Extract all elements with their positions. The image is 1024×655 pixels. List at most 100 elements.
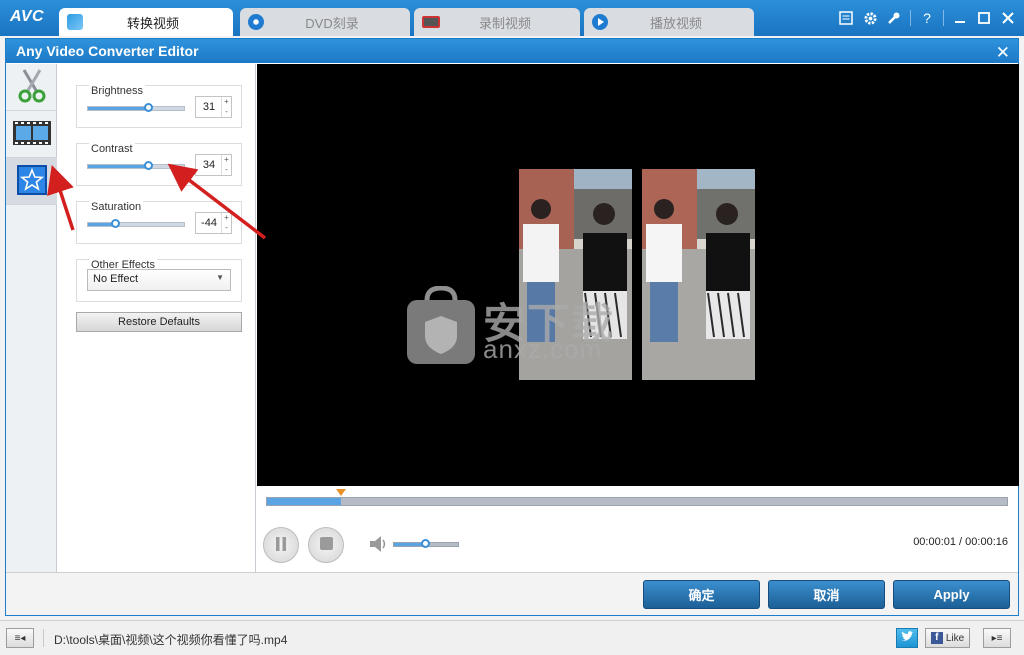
dialog-title-bar: Any Video Converter Editor ✕	[6, 39, 1018, 63]
contrast-group: Contrast 34 + -	[76, 143, 242, 186]
contrast-slider-knob[interactable]	[144, 161, 154, 170]
seek-bar[interactable]	[266, 489, 1008, 506]
seek-bar-fill	[267, 498, 341, 505]
menu-icon[interactable]	[836, 8, 856, 28]
processed-frame	[642, 169, 755, 380]
contrast-stepper[interactable]: 34 + -	[195, 154, 232, 176]
tab-play-video[interactable]: 播放视频	[584, 8, 754, 36]
status-bar: ≡◂ D:\tools\桌面\视频\这个视频你看懂了吗.mp4 f Like ▸…	[0, 620, 1024, 655]
stepper-down-icon[interactable]: -	[222, 107, 231, 117]
dialog-close-icon[interactable]: ✕	[996, 41, 1010, 65]
contrast-slider[interactable]	[87, 161, 185, 170]
volume-slider-knob[interactable]	[420, 539, 430, 548]
brightness-value[interactable]: 31	[196, 97, 222, 117]
watermark-text-en: anxz.com	[483, 334, 603, 364]
contrast-value[interactable]: 34	[196, 155, 222, 175]
stop-icon	[319, 537, 333, 553]
video-preview: 安下载 anxz.com	[257, 64, 1019, 486]
restore-defaults-button[interactable]: Restore Defaults	[76, 312, 242, 332]
tab-clip[interactable]	[6, 111, 57, 158]
facebook-like-button[interactable]: f Like	[925, 628, 970, 648]
brightness-stepper[interactable]: 31 + -	[195, 96, 232, 118]
saturation-group: Saturation -44 + -	[76, 201, 242, 244]
divider	[43, 629, 44, 647]
stepper-up-icon[interactable]: +	[222, 155, 231, 165]
stepper-buttons: + -	[221, 155, 231, 175]
seek-marker-icon[interactable]	[336, 489, 346, 496]
window-controls: ?	[836, 8, 1018, 28]
list-collapse-icon: ≡◂	[14, 632, 26, 644]
convert-icon	[67, 14, 83, 30]
apply-button[interactable]: Apply	[893, 580, 1010, 609]
saturation-slider-knob[interactable]	[110, 219, 120, 228]
toggle-left-panel-button[interactable]: ≡◂	[6, 628, 34, 648]
facebook-icon: f	[930, 632, 943, 644]
toggle-right-panel-button[interactable]: ▸≡	[983, 628, 1011, 648]
dialog-action-bar: 确定 取消 Apply	[6, 572, 1018, 615]
pause-icon	[275, 536, 287, 554]
tab-label: 录制视频	[478, 15, 531, 31]
brightness-group: Brightness 31 + -	[76, 85, 242, 128]
dialog-title: Any Video Converter Editor	[16, 43, 199, 59]
divider	[943, 10, 944, 26]
tab-dvd-burn[interactable]: DVD刻录	[240, 8, 410, 36]
tab-label: 转换视频	[126, 15, 179, 31]
stepper-down-icon[interactable]: -	[222, 223, 231, 233]
file-path: D:\tools\桌面\视频\这个视频你看懂了吗.mp4	[54, 633, 288, 647]
app-title-bar: AVC 转换视频 DVD刻录 录制视频 播放视频 ?	[0, 0, 1024, 36]
twitter-button[interactable]	[896, 628, 918, 648]
tab-effects[interactable]	[6, 158, 57, 205]
like-label: Like	[945, 632, 965, 644]
brightness-slider-fill	[88, 107, 148, 110]
saturation-slider[interactable]	[87, 219, 185, 228]
settings-icon[interactable]	[860, 8, 880, 28]
effects-star-icon	[16, 164, 47, 198]
saturation-value[interactable]: -44	[196, 213, 222, 233]
playback-time: 00:00:01 / 00:00:16	[913, 536, 1008, 548]
list-expand-icon: ▸≡	[991, 632, 1003, 644]
minimize-icon[interactable]	[950, 8, 970, 28]
editor-side-tabs	[6, 64, 57, 572]
stepper-up-icon[interactable]: +	[222, 97, 231, 107]
stepper-up-icon[interactable]: +	[222, 213, 231, 223]
close-icon[interactable]	[998, 8, 1018, 28]
clip-film-icon	[12, 120, 51, 148]
volume-slider[interactable]	[393, 539, 459, 548]
ok-button[interactable]: 确定	[643, 580, 760, 609]
other-effects-group: Other Effects No Effect ▼	[76, 259, 242, 302]
stop-button[interactable]	[308, 527, 344, 563]
help-icon[interactable]: ?	[917, 8, 937, 28]
brightness-label: Brightness	[89, 85, 145, 97]
dvd-icon	[248, 14, 264, 30]
record-icon	[422, 16, 440, 28]
stepper-buttons: + -	[221, 213, 231, 233]
maximize-icon[interactable]	[974, 8, 994, 28]
app-logo: AVC	[10, 8, 45, 25]
crop-scissors-icon	[15, 68, 49, 107]
editor-dialog: Any Video Converter Editor ✕ Brightness …	[5, 38, 1019, 616]
stepper-down-icon[interactable]: -	[222, 165, 231, 175]
volume-icon[interactable]	[369, 535, 389, 556]
tab-label: 播放视频	[649, 15, 702, 31]
cancel-button[interactable]: 取消	[768, 580, 885, 609]
saturation-label: Saturation	[89, 201, 144, 213]
play-icon	[592, 14, 608, 30]
tab-crop[interactable]	[6, 64, 57, 111]
tab-label: DVD刻录	[305, 15, 359, 31]
stepper-buttons: + -	[221, 97, 231, 117]
twitter-icon	[900, 630, 914, 646]
divider	[910, 10, 911, 26]
tools-icon[interactable]	[884, 8, 904, 28]
watermark-logo	[405, 285, 477, 369]
contrast-label: Contrast	[89, 143, 135, 155]
contrast-slider-fill	[88, 165, 149, 168]
saturation-stepper[interactable]: -44 + -	[195, 212, 232, 234]
pause-button[interactable]	[263, 527, 299, 563]
chevron-down-icon: ▼	[216, 273, 224, 282]
other-effects-selected: No Effect	[93, 273, 139, 285]
brightness-slider-knob[interactable]	[143, 103, 153, 112]
other-effects-select[interactable]: No Effect ▼	[87, 269, 231, 291]
tab-convert-video[interactable]: 转换视频	[59, 8, 233, 36]
tab-record-video[interactable]: 录制视频	[414, 8, 580, 36]
brightness-slider[interactable]	[87, 103, 185, 112]
